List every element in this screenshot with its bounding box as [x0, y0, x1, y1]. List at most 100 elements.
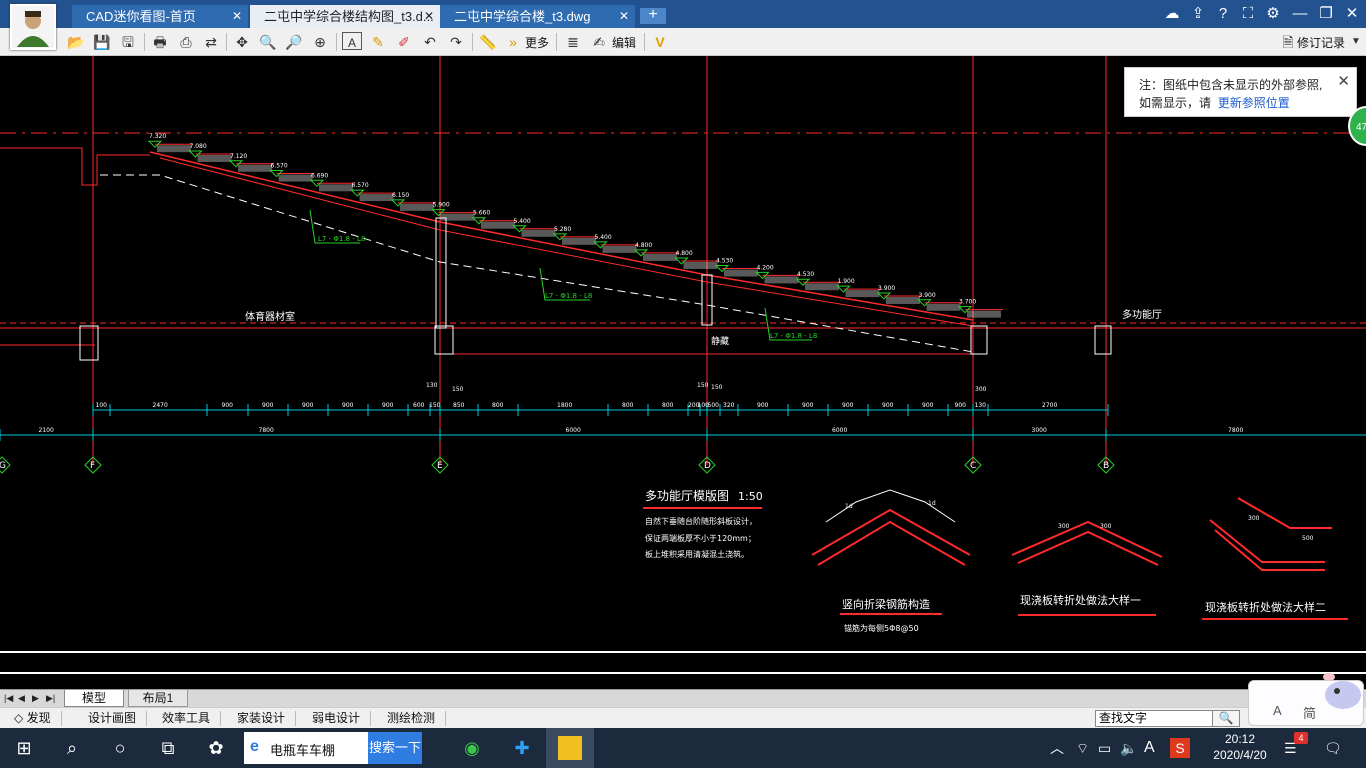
- close-icon[interactable]: ✕: [424, 5, 434, 28]
- app-blue-icon[interactable]: ✚: [510, 736, 534, 760]
- more-icon[interactable]: »: [503, 32, 523, 52]
- minimize-icon[interactable]: —: [1290, 4, 1310, 24]
- ime-mode[interactable]: 简: [1303, 703, 1316, 722]
- chevron-down-icon[interactable]: ▼: [1346, 32, 1366, 52]
- step-hatch: [683, 261, 718, 269]
- close-icon[interactable]: ✕: [1337, 73, 1350, 91]
- prev-tab-icon[interactable]: ◀: [18, 692, 28, 704]
- pinwheel-icon[interactable]: ✿: [204, 736, 228, 760]
- cad-drawing[interactable]: 7.320 7.080 7.120 6.570 6.690 6.570 6.150 5.900…: [0, 56, 1366, 689]
- search-icon[interactable]: 🔍: [1212, 710, 1240, 727]
- divider: [644, 33, 645, 51]
- dimension-value: 3000: [1032, 427, 1047, 434]
- menu-discover[interactable]: ◇ 发现: [4, 711, 62, 726]
- tab-model[interactable]: 模型: [64, 690, 124, 707]
- battery-icon[interactable]: ▭: [1098, 738, 1111, 758]
- browser-360-icon[interactable]: ◉: [460, 736, 484, 760]
- close-icon[interactable]: ✕: [619, 5, 629, 28]
- action-center-icon[interactable]: 🗨: [1324, 738, 1342, 758]
- help-icon[interactable]: ?: [1213, 4, 1233, 24]
- elevation-label: 5.400: [595, 234, 612, 241]
- menu-bar: ◇ 发现 设计画图 效率工具 家装设计 弱电设计 测绘检测 查找文字 🔍: [0, 707, 1366, 728]
- windows-start-icon[interactable]: ⊞: [12, 736, 36, 760]
- zoom-window-icon[interactable]: 🔍: [258, 32, 278, 52]
- sogou-icon[interactable]: S: [1170, 738, 1190, 758]
- sketch-3: [1209, 497, 1332, 571]
- revision-icon[interactable]: 🗎: [1278, 32, 1298, 52]
- zoom-extents-icon[interactable]: 🔎: [284, 32, 304, 52]
- drawing-canvas[interactable]: 7.320 7.080 7.120 6.570 6.690 6.570 6.150 5.900…: [0, 56, 1366, 689]
- vip-icon[interactable]: V: [650, 32, 670, 52]
- print-icon[interactable]: 🖶: [150, 32, 170, 52]
- share-icon[interactable]: ⇪: [1188, 4, 1208, 24]
- search-icon[interactable]: ⌕: [60, 736, 84, 760]
- next-tab-icon[interactable]: ▶: [32, 692, 42, 704]
- brush-icon[interactable]: ✐: [394, 32, 414, 52]
- dimension-value: 7800: [1228, 427, 1243, 434]
- dimension-value: 850: [453, 402, 465, 409]
- web-search-box[interactable]: e 电瓶车车棚 搜索一下: [244, 732, 422, 764]
- menu-weak-current[interactable]: 弱电设计: [302, 711, 372, 726]
- ime-tray-letter[interactable]: A: [1144, 738, 1155, 758]
- network-icon[interactable]: ⌔: [1076, 738, 1089, 758]
- cortana-icon[interactable]: ○: [108, 736, 132, 760]
- sketch-2-title: 现浇板转折处做法大样一: [1020, 593, 1141, 607]
- tab-building-drawing[interactable]: 二屯中学综合楼_t3.dwg ✕: [440, 5, 635, 28]
- dimension-value: 130: [426, 382, 438, 389]
- web-search-input[interactable]: 电瓶车车棚: [270, 740, 335, 759]
- elevation-label: 4.200: [757, 264, 774, 271]
- tab-home[interactable]: CAD迷你看图-首页 ✕: [72, 5, 248, 28]
- close-window-icon[interactable]: ✕: [1342, 4, 1362, 24]
- step-hatch: [805, 283, 839, 291]
- volume-icon[interactable]: 🔈: [1120, 738, 1137, 758]
- export-icon[interactable]: ⇄: [201, 32, 221, 52]
- revision-button[interactable]: 修订记录: [1297, 34, 1345, 51]
- gear-icon[interactable]: ⚙: [1263, 4, 1283, 24]
- zoom-in-icon[interactable]: ⊕: [310, 32, 330, 52]
- tab-structure-drawing[interactable]: 二屯中学综合楼结构图_t3.d... ✕: [250, 5, 440, 28]
- menu-design-draw[interactable]: 设计画图: [78, 711, 148, 726]
- pan-icon[interactable]: ✥: [232, 32, 252, 52]
- open-icon[interactable]: 📂: [66, 32, 86, 52]
- first-tab-icon[interactable]: |◀: [4, 692, 14, 704]
- edit-button[interactable]: 编辑: [612, 34, 636, 51]
- ime-widget[interactable]: A 简: [1248, 673, 1364, 726]
- avatar[interactable]: [10, 4, 56, 50]
- fullscreen-icon[interactable]: ⛶: [1238, 4, 1258, 24]
- web-search-button[interactable]: 搜索一下: [368, 732, 422, 764]
- save-icon[interactable]: 💾: [92, 32, 112, 52]
- menu-efficiency-tools[interactable]: 效率工具: [152, 711, 222, 726]
- dimension-value: 150: [429, 402, 441, 409]
- restore-icon[interactable]: ❐: [1316, 4, 1336, 24]
- undo-icon[interactable]: ↶: [420, 32, 440, 52]
- detail-title: 多功能厅模版图: [645, 489, 729, 503]
- redo-icon[interactable]: ↷: [446, 32, 466, 52]
- pencil-icon[interactable]: ✎: [368, 32, 388, 52]
- menu-home-design[interactable]: 家装设计: [227, 711, 297, 726]
- edit-icon[interactable]: ✍: [589, 32, 609, 52]
- cloud-icon[interactable]: ☁: [1162, 4, 1182, 24]
- tab-layout1[interactable]: 布局1: [128, 690, 188, 707]
- close-icon[interactable]: ✕: [232, 5, 242, 28]
- menu-survey[interactable]: 测绘检测: [377, 711, 447, 726]
- chevron-up-icon[interactable]: ︿: [1050, 738, 1064, 758]
- step-hatch: [481, 221, 515, 229]
- ie-icon: e: [250, 738, 259, 755]
- more-button[interactable]: 更多: [525, 34, 549, 51]
- clock-date: 2020/4/20: [1213, 748, 1267, 762]
- layers-icon[interactable]: ≣: [563, 32, 583, 52]
- pdf-icon[interactable]: ⎙: [176, 32, 196, 52]
- step-hatch: [926, 303, 961, 311]
- dimension-value: 130: [975, 402, 987, 409]
- column-b: [1094, 325, 1112, 355]
- cad-taskbar-item[interactable]: [546, 728, 594, 768]
- task-view-icon[interactable]: ⧉: [156, 736, 180, 760]
- save-as-icon[interactable]: 🖫: [118, 32, 138, 52]
- elevation-label: 5.660: [473, 210, 490, 217]
- update-xref-link[interactable]: 更新参照位置: [1218, 96, 1290, 110]
- new-tab-button[interactable]: +: [640, 7, 666, 24]
- last-tab-icon[interactable]: ▶|: [46, 692, 56, 704]
- clock[interactable]: 20:12 2020/4/20: [1200, 731, 1280, 763]
- text-icon[interactable]: A: [342, 32, 362, 50]
- measure-icon[interactable]: 📏: [478, 32, 498, 52]
